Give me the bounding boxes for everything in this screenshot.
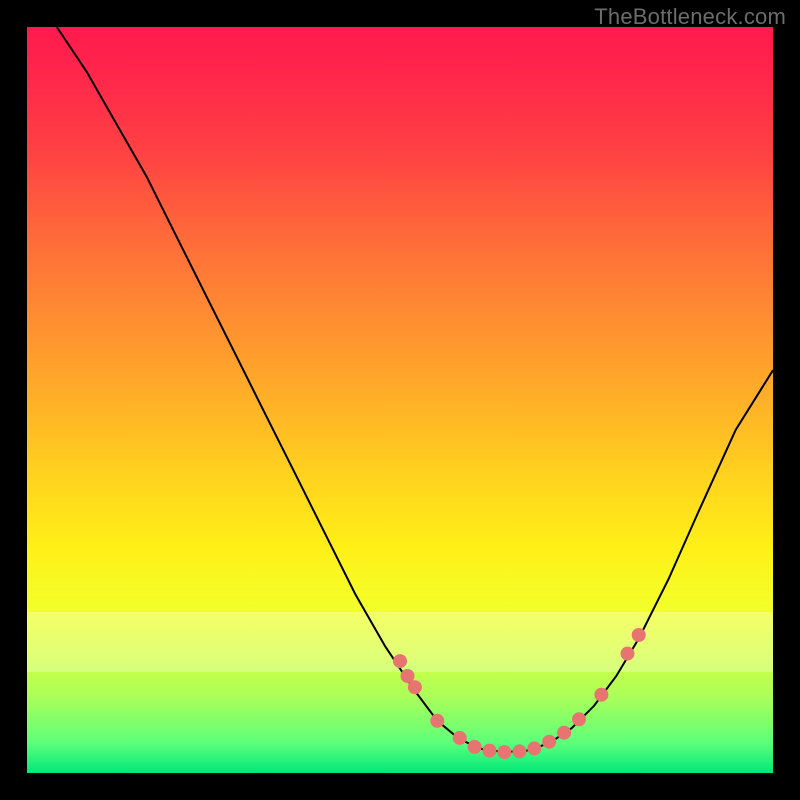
watermark-text: TheBottleneck.com [594, 4, 786, 30]
chart-dot [621, 647, 635, 661]
chart-dot [483, 744, 497, 758]
chart-dot [542, 735, 556, 749]
chart-dot [572, 712, 586, 726]
chart-dot [453, 731, 467, 745]
chart-dot [393, 654, 407, 668]
chart-dot [557, 726, 571, 740]
chart-curve [57, 27, 773, 752]
chart-svg [27, 27, 773, 773]
chart-dot [527, 741, 541, 755]
chart-dot [430, 714, 444, 728]
chart-dot [408, 680, 422, 694]
chart-dot [497, 745, 511, 759]
chart-dots [393, 628, 646, 759]
chart-dot [512, 744, 526, 758]
chart-dot [632, 628, 646, 642]
chart-dot [468, 740, 482, 754]
chart-dot [594, 688, 608, 702]
